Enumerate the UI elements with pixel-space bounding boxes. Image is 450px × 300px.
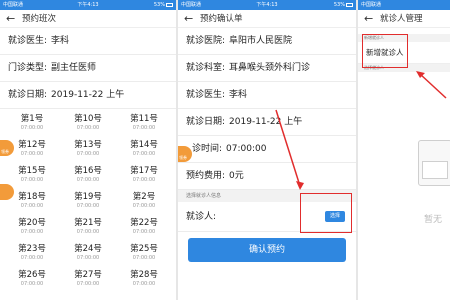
slot-time: 07:00:00 (76, 203, 100, 209)
page-title: 预约班次 (22, 14, 57, 24)
slot-number: 第26号 (18, 270, 46, 280)
slot-time: 07:00:00 (20, 281, 44, 287)
slot-time: 07:00:00 (132, 203, 156, 209)
battery-icon (166, 2, 173, 7)
slot-number: 第25号 (130, 244, 158, 254)
slot-time: 07:00:00 (20, 229, 44, 235)
slot-number: 第28号 (130, 270, 158, 280)
slot-time: 07:00:00 (132, 281, 156, 287)
back-arrow-icon[interactable]: ← (6, 10, 15, 28)
slot-time: 07:00:00 (76, 229, 100, 235)
slot-number: 第16号 (74, 166, 102, 176)
slot-cell[interactable]: 第11号 07:00:00 (116, 114, 172, 132)
empty-state-icon (418, 140, 450, 186)
slot-cell[interactable]: 第25号 07:00:00 (116, 244, 172, 262)
slot-cell[interactable]: 第16号 07:00:00 (60, 166, 116, 184)
slot-number: 第10号 (74, 114, 102, 124)
slot-time: 07:00:00 (132, 177, 156, 183)
slot-cell[interactable]: 第22号 07:00:00 (116, 218, 172, 236)
slot-number: 第19号 (74, 192, 102, 202)
slot-number: 第24号 (74, 244, 102, 254)
slot-time: 07:00:00 (76, 125, 100, 131)
slot-number: 第1号 (20, 114, 44, 124)
annotation-arrow-icon (275, 109, 304, 190)
clinic-type-row: 门诊类型: 副主任医师 (0, 55, 176, 82)
slot-cell[interactable]: 第15号 07:00:00 (4, 166, 60, 184)
date-value: 2019-11-22 上午 (51, 90, 125, 100)
clinic-type-value: 副主任医师 (51, 63, 97, 73)
patient-management-screen: 中国联通 ← 就诊人管理 新增就诊人 新增就诊人 选择就诊人 暂无 (358, 0, 450, 300)
slot-time: 07:00:00 (20, 125, 44, 131)
slot-cell[interactable]: 第14号 07:00:00 (116, 140, 172, 158)
date-label: 就诊日期: (8, 90, 48, 100)
envelope-icon (422, 161, 448, 179)
clinic-type-label: 门诊类型: (8, 63, 48, 73)
slot-time: 07:00:00 (20, 255, 44, 261)
slot-number: 第23号 (18, 244, 46, 254)
booking-confirm-screen: 中国联通 下午4:13 53% ← 预约确认单 就诊医院: 阜阳市人民医院 就诊科… (178, 0, 356, 300)
slot-time: 07:00:00 (76, 151, 100, 157)
slot-cell[interactable]: 第10号 07:00:00 (60, 114, 116, 132)
doctor-value: 李科 (51, 36, 70, 46)
slot-number: 第11号 (130, 114, 158, 124)
slot-number: 第2号 (132, 192, 156, 202)
slot-time: 07:00:00 (76, 281, 100, 287)
slot-cell[interactable]: 第27号 07:00:00 (60, 270, 116, 288)
slot-time: 07:00:00 (132, 255, 156, 261)
slot-cell[interactable]: 第24号 07:00:00 (60, 244, 116, 262)
slot-number: 第22号 (130, 218, 158, 228)
slot-cell[interactable]: 第19号 07:00:00 (60, 192, 116, 210)
slot-cell[interactable]: 第1号 07:00:00 (4, 114, 60, 132)
slot-cell[interactable]: 第2号 07:00:00 (116, 192, 172, 210)
slot-time: 07:00:00 (20, 203, 44, 209)
slot-number: 第17号 (130, 166, 158, 176)
empty-state-text: 暂无 (424, 215, 443, 225)
slot-cell[interactable]: 第26号 07:00:00 (4, 270, 60, 288)
slot-number: 第20号 (18, 218, 46, 228)
booking-schedule-screen: 中国联通 下午4:13 53% ← 预约班次 就诊医生: 李科 门诊类型: 副主任医… (0, 0, 176, 300)
slot-cell[interactable]: 第21号 07:00:00 (60, 218, 116, 236)
slot-time: 07:00:00 (132, 125, 156, 131)
slot-number: 第14号 (130, 140, 158, 150)
slot-number: 第21号 (74, 218, 102, 228)
status-bar: 中国联通 下午4:13 53% (0, 0, 176, 10)
slot-time: 07:00:00 (20, 177, 44, 183)
doctor-label: 就诊医生: (8, 36, 48, 46)
clock-label: 下午4:13 (77, 2, 99, 8)
slot-cell[interactable]: 第28号 07:00:00 (116, 270, 172, 288)
slot-cell[interactable]: 第13号 07:00:00 (60, 140, 116, 158)
nav-bar: ← 预约班次 (0, 10, 176, 28)
slot-number: 第27号 (74, 270, 102, 280)
slot-time: 07:00:00 (132, 151, 156, 157)
slot-number: 第13号 (74, 140, 102, 150)
slot-time: 07:00:00 (76, 255, 100, 261)
slot-time: 07:00:00 (132, 229, 156, 235)
date-row: 就诊日期: 2019-11-22 上午 (0, 82, 176, 109)
slot-cell[interactable]: 第20号 07:00:00 (4, 218, 60, 236)
slot-cell[interactable]: 第23号 07:00:00 (4, 244, 60, 262)
slot-number: 第15号 (18, 166, 46, 176)
coupon-label: 领券 (1, 149, 9, 154)
battery-percent: 53% (153, 2, 165, 8)
doctor-row: 就诊医生: 李科 (0, 28, 176, 55)
slot-time: 07:00:00 (76, 177, 100, 183)
slot-cell[interactable]: 第17号 07:00:00 (116, 166, 172, 184)
battery-indicator: 53% (154, 0, 173, 10)
